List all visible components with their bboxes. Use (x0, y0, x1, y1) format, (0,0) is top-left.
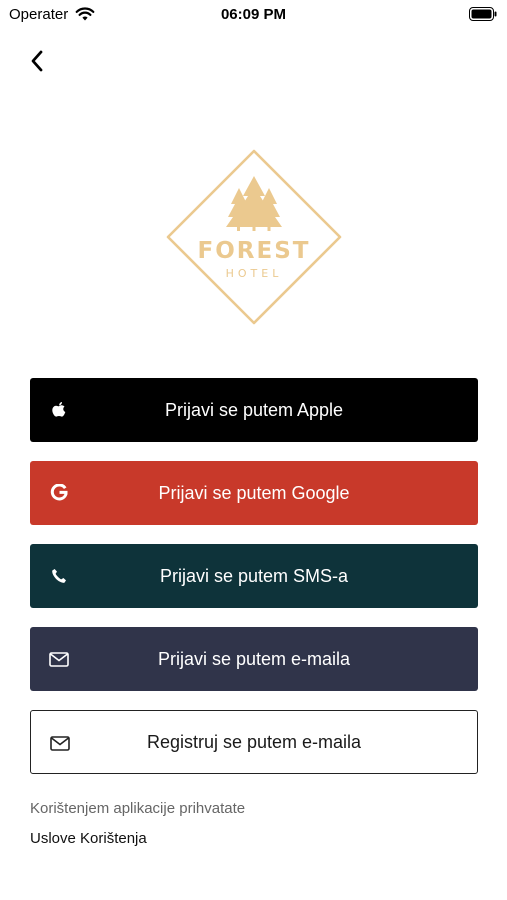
google-icon (48, 482, 70, 504)
trees-icon (226, 176, 282, 231)
email-login-label: Prijavi se putem e-maila (157, 648, 351, 669)
status-bar: Operater 06:09 PM (0, 0, 507, 30)
sms-login-label: Prijavi se putem SMS-a (159, 565, 349, 586)
apple-login-button[interactable]: Prijavi se putem Apple (30, 378, 478, 442)
logo-diamond-icon (166, 149, 342, 325)
google-login-button[interactable]: Prijavi se putem Google (30, 461, 478, 525)
email-register-button[interactable]: Registruj se putem e-maila (30, 710, 478, 774)
envelope-icon (48, 648, 70, 670)
google-login-label: Prijavi se putem Google (158, 482, 350, 503)
apple-icon (48, 399, 70, 421)
phone-icon (48, 565, 70, 587)
logo-subtitle: HOTEL (225, 267, 283, 280)
chevron-left-icon (31, 50, 43, 72)
terms-intro-text: Korištenjem aplikacije prihvatate (30, 800, 246, 817)
envelope-icon (49, 732, 71, 754)
email-register-label: Registruj se putem e-maila (146, 731, 362, 752)
status-time: 06:09 PM (220, 6, 287, 23)
terms-of-use-link[interactable]: Uslove Korištenja (30, 830, 147, 847)
sms-login-button[interactable]: Prijavi se putem SMS-a (30, 544, 478, 608)
logo-name: FOREST (197, 238, 311, 264)
email-login-button[interactable]: Prijavi se putem e-maila (30, 627, 478, 691)
apple-login-label: Prijavi se putem Apple (164, 399, 344, 420)
back-button[interactable] (22, 46, 52, 76)
forest-hotel-logo: FOREST HOTEL (165, 148, 343, 326)
battery-icon (469, 7, 497, 21)
